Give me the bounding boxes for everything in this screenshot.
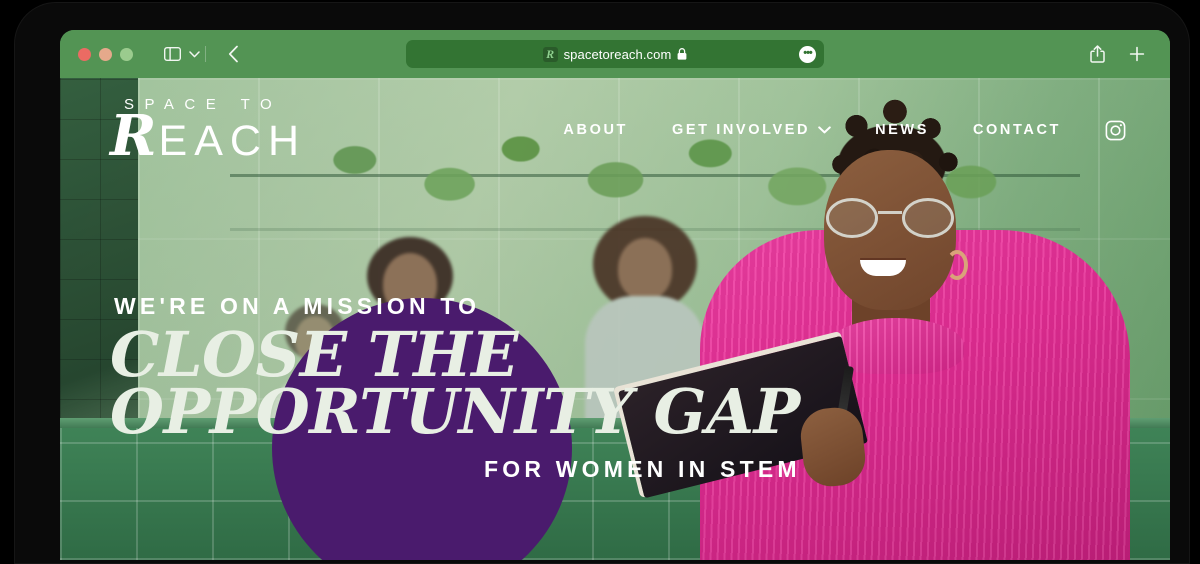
hero-headline-line2: OPPORTUNITY GAP: [110, 375, 800, 449]
lock-icon: [677, 48, 687, 60]
share-icon[interactable]: [1084, 41, 1110, 67]
sidebar-chevron-down-icon[interactable]: [185, 41, 203, 67]
hoop-earring: [946, 250, 968, 280]
site-header: SPACE TO R EACH ABOUT GET INVOLVED NEWS …: [60, 78, 1170, 182]
traffic-lights: [78, 47, 133, 61]
head: [618, 238, 672, 300]
eyeglasses: [826, 198, 954, 238]
logo-wordmark: R EACH: [110, 103, 307, 169]
nav-item-contact[interactable]: CONTACT: [973, 122, 1061, 138]
url-text: spacetoreach.com: [563, 46, 672, 62]
lens-left: [826, 198, 878, 238]
glasses-bridge: [878, 211, 902, 214]
site-nav: ABOUT GET INVOLVED NEWS CONTACT: [563, 120, 1126, 141]
minimize-window-button[interactable]: [99, 47, 112, 61]
back-button[interactable]: [220, 41, 246, 67]
sidebar-icon[interactable]: [159, 41, 185, 67]
site-favicon: R: [542, 46, 558, 62]
nav-item-about[interactable]: ABOUT: [563, 122, 628, 138]
site-logo[interactable]: SPACE TO R EACH: [110, 97, 307, 169]
lens-right: [902, 198, 954, 238]
logo-script-r: R: [110, 103, 157, 169]
page-menu-button[interactable]: •••: [799, 45, 816, 63]
logo-rest: EACH: [158, 117, 307, 165]
hero-eyebrow: WE'RE ON A MISSION TO: [114, 293, 481, 319]
nav-label: GET INVOLVED: [671, 122, 811, 138]
device-frame: R spacetoreach.com ••• SPACE TO R EACH A…: [14, 2, 1190, 564]
hero-copy: WE'RE ON A MISSION TO CLOSE THE OPPORTUN…: [110, 293, 850, 483]
browser-toolbar: R spacetoreach.com •••: [60, 30, 1170, 78]
page-viewport: SPACE TO R EACH ABOUT GET INVOLVED NEWS …: [60, 78, 1170, 560]
close-window-button[interactable]: [78, 47, 91, 61]
toolbar-divider: [205, 46, 206, 62]
nav-label: CONTACT: [972, 122, 1061, 138]
nav-item-get-involved[interactable]: GET INVOLVED: [672, 122, 831, 138]
nav-item-news[interactable]: NEWS: [875, 122, 929, 138]
nav-label: NEWS: [875, 122, 929, 138]
plus-icon[interactable]: [1124, 41, 1150, 67]
toolbar-right-group: [1084, 41, 1156, 67]
chevron-down-icon: [818, 122, 831, 138]
nav-label: ABOUT: [563, 122, 628, 138]
address-bar[interactable]: R spacetoreach.com •••: [406, 40, 824, 68]
hero-subline: FOR WOMEN IN STEM: [484, 456, 801, 483]
instagram-icon[interactable]: [1105, 120, 1126, 141]
maximize-window-button[interactable]: [120, 47, 133, 61]
browser-window: R spacetoreach.com ••• SPACE TO R EACH A…: [60, 30, 1170, 560]
